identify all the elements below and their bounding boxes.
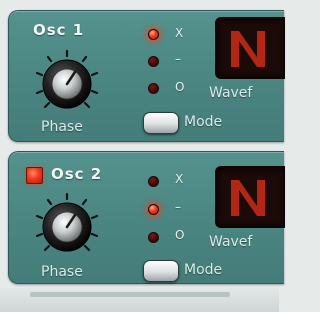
osc1-panel: Osc 1 Phase X – O Mode Wavef <box>8 10 285 142</box>
osc2-title: Osc 2 <box>51 165 103 183</box>
osc2-enable-button[interactable] <box>26 167 43 184</box>
osc1-phase-mode-dash-led[interactable] <box>148 56 159 67</box>
osc1-phase-mode-o-led[interactable] <box>148 83 159 94</box>
osc1-phase-mode-o-label: O <box>175 80 185 94</box>
osc2-phase-knob[interactable] <box>31 190 103 262</box>
osc2-mode-label: Mode <box>184 262 223 278</box>
osc2-phase-mode-o-label: O <box>175 228 185 242</box>
osc1-phase-mode-x-led[interactable] <box>148 29 159 40</box>
osc1-mode-label: Mode <box>184 114 223 130</box>
knob-icon <box>35 49 99 109</box>
osc2-phase-mode-o-led[interactable] <box>148 232 159 243</box>
osc2-phase-label: Phase <box>41 264 83 280</box>
osc2-waveform-display[interactable] <box>215 166 285 228</box>
osc2-panel: Osc 2 Phase X – O Mode Wavef <box>8 151 285 284</box>
bottom-rack-strip <box>0 288 279 312</box>
osc1-waveform-display[interactable] <box>215 17 285 79</box>
osc1-title: Osc 1 <box>33 21 85 39</box>
knob-icon <box>35 192 99 252</box>
osc1-phase-knob[interactable] <box>31 47 103 119</box>
waveform-glyph-icon <box>231 31 265 67</box>
osc1-phase-mode-x-label: X <box>175 26 184 40</box>
osc2-phase-mode-x-label: X <box>175 172 184 186</box>
osc1-waveform-label: Wavef <box>209 85 253 101</box>
osc2-phase-mode-x-led[interactable] <box>148 176 159 187</box>
osc1-mode-button[interactable] <box>143 112 179 134</box>
osc1-phase-mode-dash-label: – <box>175 52 181 66</box>
osc2-mode-button[interactable] <box>143 260 179 282</box>
osc2-phase-mode-dash-label: – <box>175 200 181 214</box>
scroll-bar[interactable] <box>30 292 230 297</box>
osc1-phase-label: Phase <box>41 119 83 135</box>
osc2-waveform-label: Wavef <box>209 234 253 250</box>
osc2-phase-mode-dash-led[interactable] <box>148 204 159 215</box>
waveform-glyph-icon <box>231 180 265 216</box>
